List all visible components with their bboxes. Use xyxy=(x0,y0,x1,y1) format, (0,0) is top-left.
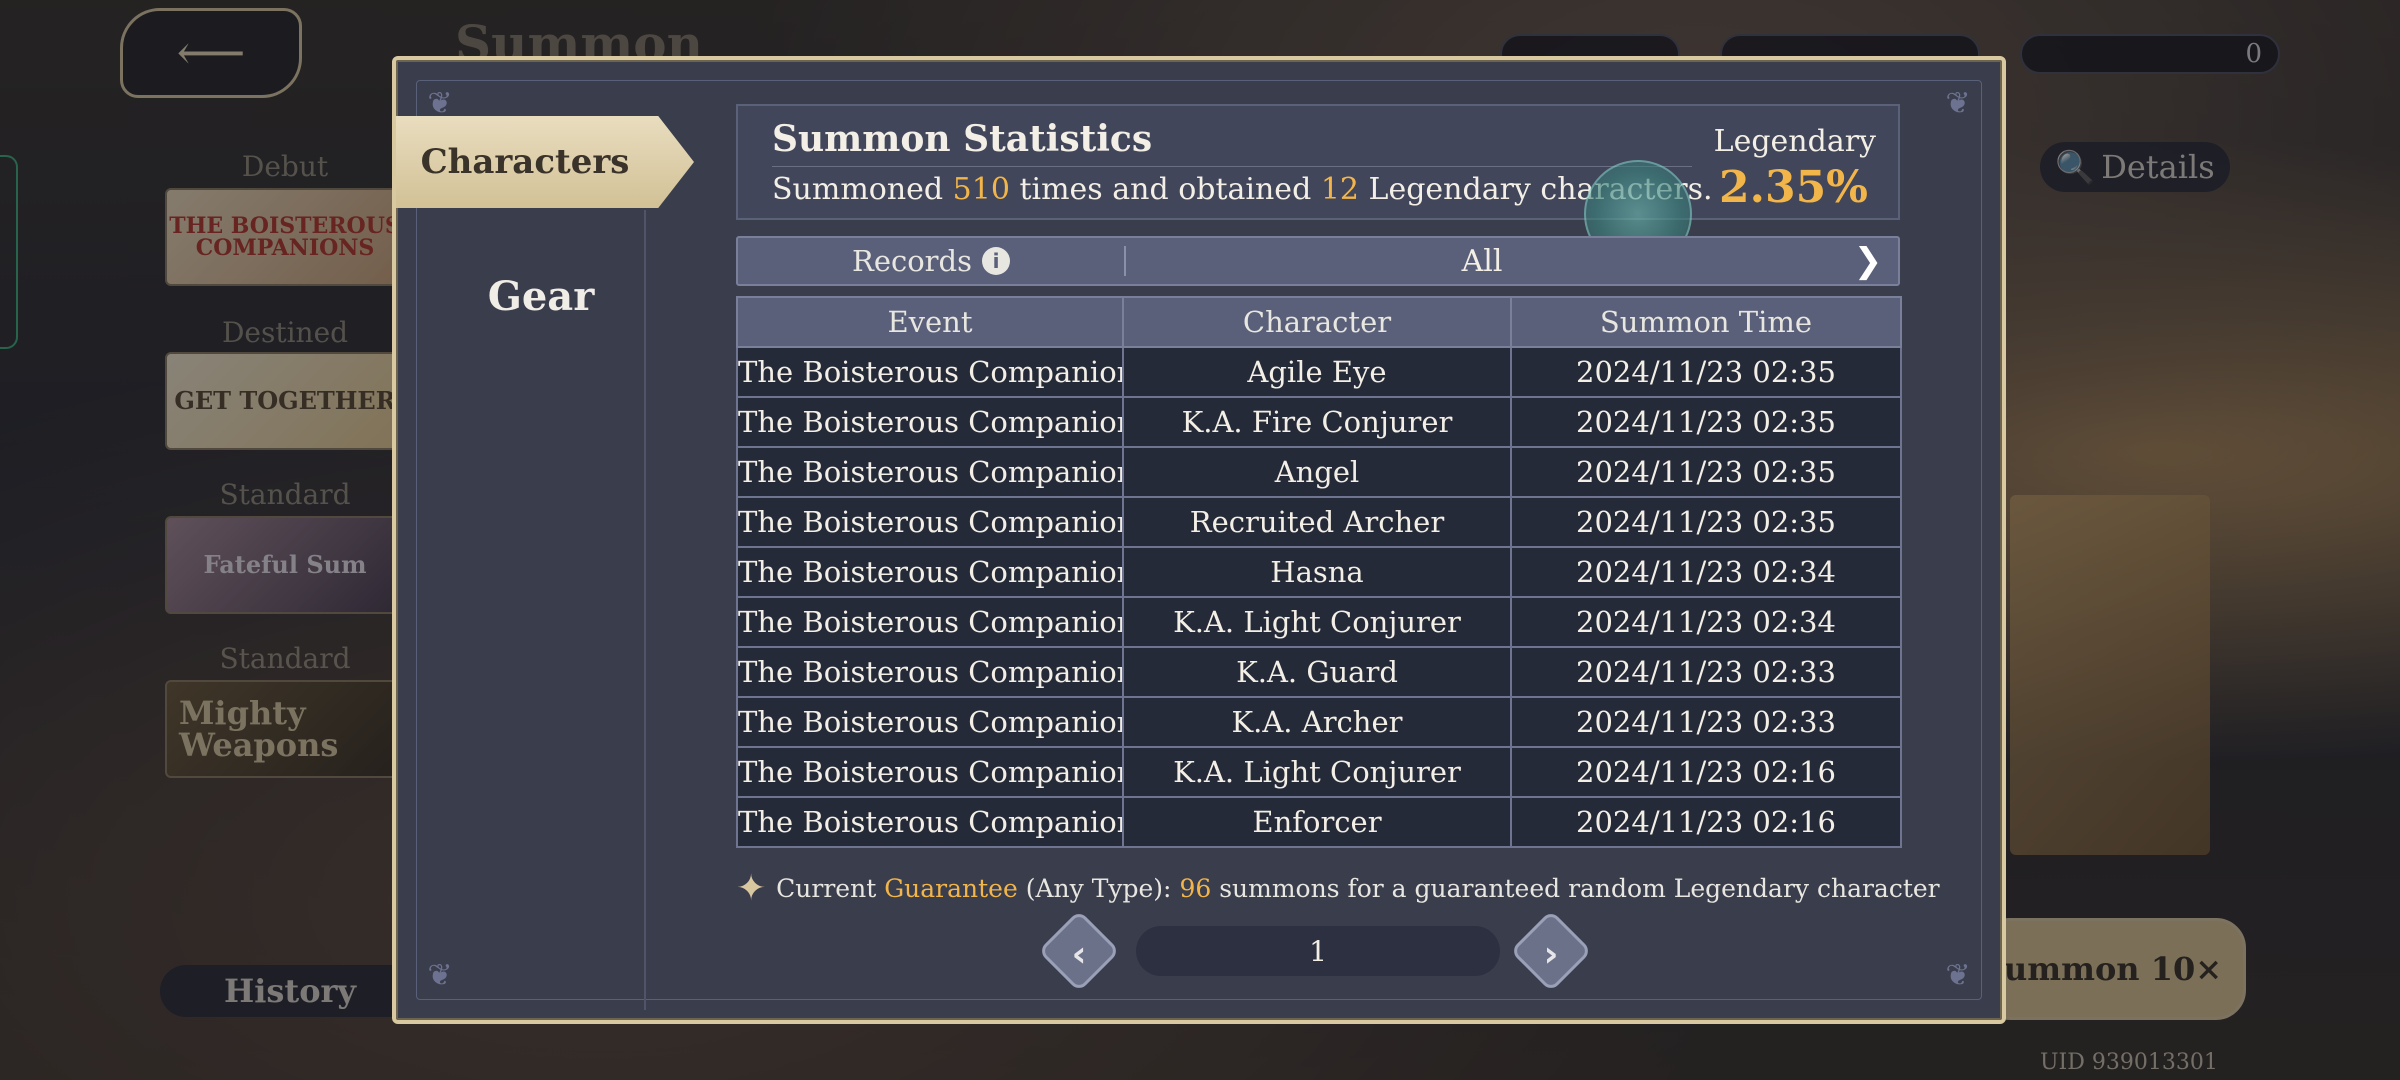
summon-count: 510 xyxy=(952,172,1010,207)
records-label-group: Records i xyxy=(738,244,1124,278)
cell-character: Angel xyxy=(1122,446,1512,498)
legendary-count: 12 xyxy=(1320,172,1359,207)
corner-ornament-icon: ❦ xyxy=(427,958,453,993)
cell-character: K.A. Guard xyxy=(1122,646,1512,698)
guarantee-suffix: summons for a guaranteed random Legendar… xyxy=(1211,874,1940,903)
cell-summon-time: 2024/11/23 02:33 xyxy=(1510,646,1902,698)
cell-event: The Boisterous Companions xyxy=(736,546,1124,598)
cell-character: Enforcer xyxy=(1122,796,1512,848)
table-row: The Boisterous Companions K.A. Guard 2024/… xyxy=(736,646,1902,698)
cell-summon-time: 2024/11/23 02:35 xyxy=(1510,346,1902,398)
cell-summon-time: 2024/11/23 02:16 xyxy=(1510,746,1902,798)
table-row: The Boisterous Companions K.A. Light Conj… xyxy=(736,596,1902,648)
stats-summary: Summoned 510 times and obtained 12 Legen… xyxy=(772,172,1713,207)
summon-statistics-panel: Summon Statistics Summoned 510 times and… xyxy=(736,104,1900,220)
guarantee-prefix: Current xyxy=(776,874,885,903)
cell-event: The Boisterous Companions xyxy=(736,496,1124,548)
guarantee-middle: (Any Type): xyxy=(1017,874,1180,903)
page-number: 1 xyxy=(1136,926,1500,976)
table-row: The Boisterous Companions Angel 2024/11/23… xyxy=(736,446,1902,498)
table-row: The Boisterous Companions K.A. Archer 2024… xyxy=(736,696,1902,748)
cell-event: The Boisterous Companions xyxy=(736,396,1124,448)
cell-character: Agile Eye xyxy=(1122,346,1512,398)
cell-summon-time: 2024/11/23 02:35 xyxy=(1510,396,1902,448)
cell-event: The Boisterous Companions xyxy=(736,346,1124,398)
stats-divider xyxy=(772,166,1692,167)
cell-character: K.A. Fire Conjurer xyxy=(1122,396,1512,448)
cell-character: K.A. Light Conjurer xyxy=(1122,596,1512,648)
tab-characters[interactable]: Characters xyxy=(396,116,694,208)
guarantee-text: Current Guarantee (Any Type): 96 summons… xyxy=(776,874,1939,903)
guarantee-info: ✦ Current Guarantee (Any Type): 96 summo… xyxy=(736,868,1940,909)
cell-character-rare: Hasna xyxy=(1122,546,1512,598)
table-row: The Boisterous Companions Recruited Arche… xyxy=(736,496,1902,548)
cell-summon-time: 2024/11/23 02:35 xyxy=(1510,496,1902,548)
cell-summon-time: 2024/11/23 02:16 xyxy=(1510,796,1902,848)
cell-summon-time: 2024/11/23 02:33 xyxy=(1510,696,1902,748)
column-header-event: Event xyxy=(736,296,1124,348)
cell-summon-time: 2024/11/23 02:34 xyxy=(1510,546,1902,598)
column-header-character: Character xyxy=(1122,296,1512,348)
table-header-row: Event Character Summon Time xyxy=(736,296,1902,348)
cell-event: The Boisterous Companions xyxy=(736,446,1124,498)
cell-summon-time: 2024/11/23 02:35 xyxy=(1510,446,1902,498)
summon-records-table: Event Character Summon Time The Boistero… xyxy=(736,296,1902,848)
cell-character: K.A. Light Conjurer xyxy=(1122,746,1512,798)
table-row: The Boisterous Companions Agile Eye 2024/1… xyxy=(736,346,1902,398)
tab-gear[interactable]: Gear xyxy=(396,256,686,336)
cell-event: The Boisterous Companions xyxy=(736,796,1124,848)
guarantee-keyword: Guarantee xyxy=(884,874,1018,903)
chevron-right-icon[interactable]: › xyxy=(1522,926,1580,984)
cell-event: The Boisterous Companions xyxy=(736,596,1124,648)
stats-middle: times and obtained xyxy=(1009,172,1321,207)
corner-ornament-icon: ❦ xyxy=(1945,958,1971,993)
guarantee-count: 96 xyxy=(1179,874,1212,903)
chevron-right-icon[interactable]: ❯ xyxy=(1838,241,1898,281)
records-label: Records xyxy=(851,244,972,278)
stats-title: Summon Statistics xyxy=(772,118,1153,160)
cell-event: The Boisterous Companions xyxy=(736,696,1124,748)
summon-records-modal: ❦ ❦ ❦ ❦ Characters Gear Summon Statistic… xyxy=(392,56,2006,1024)
chevron-left-icon[interactable]: ‹ xyxy=(1050,926,1108,984)
cell-summon-time: 2024/11/23 02:34 xyxy=(1510,596,1902,648)
cell-event: The Boisterous Companions xyxy=(736,646,1124,698)
info-icon[interactable]: i xyxy=(982,247,1010,275)
cell-event: The Boisterous Companions xyxy=(736,746,1124,798)
column-header-summon-time: Summon Time xyxy=(1510,296,1902,348)
table-row: The Boisterous Companions K.A. Fire Conju… xyxy=(736,396,1902,448)
records-filter-value[interactable]: All xyxy=(1126,244,1838,279)
table-row: The Boisterous Companions K.A. Light Conj… xyxy=(736,746,1902,798)
legendary-rate-value: 2.35% xyxy=(1719,162,1868,213)
cell-character: Recruited Archer xyxy=(1122,496,1512,548)
corner-ornament-icon: ❦ xyxy=(1945,86,1971,121)
table-row: The Boisterous Companions Enforcer 2024/11… xyxy=(736,796,1902,848)
cell-character: K.A. Archer xyxy=(1122,696,1512,748)
table-row: The Boisterous Companions Hasna 2024/11/23… xyxy=(736,546,1902,598)
sparkle-star-icon: ✦ xyxy=(736,868,767,909)
legendary-rate-label: Legendary xyxy=(1713,124,1876,159)
stats-prefix: Summoned xyxy=(772,172,953,207)
records-filter-bar: Records i All ❯ xyxy=(736,236,1900,286)
